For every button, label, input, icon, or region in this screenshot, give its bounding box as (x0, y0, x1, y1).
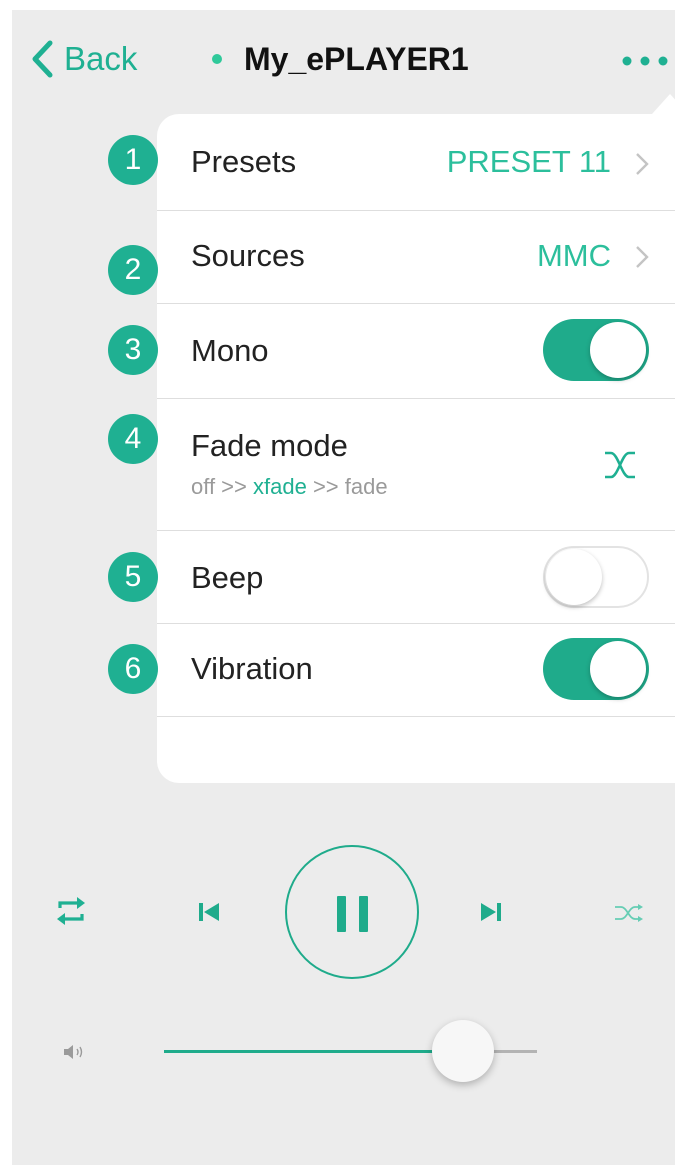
shuffle-icon[interactable] (614, 903, 644, 923)
fade-option-off: off >> (191, 474, 247, 499)
pause-icon (337, 896, 368, 932)
chevron-right-icon (636, 153, 649, 175)
fade-option-active: xfade (253, 474, 307, 499)
callout-badge-1: 1 (108, 135, 158, 185)
volume-icon (64, 1045, 83, 1059)
toggle-knob (590, 322, 646, 378)
toggle-knob (546, 549, 602, 605)
menu-item-sources[interactable]: Sources MMC (157, 210, 675, 304)
fade-option-fade: >> fade (312, 474, 388, 499)
volume-slider-thumb[interactable] (432, 1020, 494, 1082)
next-track-icon[interactable] (479, 900, 503, 924)
sources-value: MMC (536, 238, 611, 273)
app-screen: Back My_ePLAYER1 Presets PRESET 11 Sourc… (12, 10, 675, 1165)
beep-toggle[interactable] (543, 546, 649, 608)
chevron-left-icon (32, 40, 53, 78)
volume-track-filled (164, 1050, 464, 1053)
chevron-right-icon (636, 246, 649, 268)
menu-caret (652, 94, 675, 114)
device-title: My_ePLAYER1 (212, 36, 469, 82)
callout-badge-6: 6 (108, 644, 158, 694)
toggle-knob (590, 641, 646, 697)
callout-badge-2: 2 (108, 245, 158, 295)
callout-badge-3: 3 (108, 325, 158, 375)
fade-mode-options: off >> xfade >> fade (191, 474, 388, 500)
fade-mode-icon[interactable] (602, 448, 638, 482)
presets-value: PRESET 11 (446, 144, 611, 179)
play-pause-button[interactable] (285, 845, 419, 979)
back-label: Back (64, 40, 138, 77)
menu-item-presets[interactable]: Presets PRESET 11 (157, 114, 675, 211)
menu-item-vibration[interactable]: Vibration (157, 623, 675, 717)
fade-mode-label: Fade mode (191, 428, 348, 463)
device-name: My_ePLAYER1 (244, 40, 469, 77)
previous-track-icon[interactable] (197, 900, 221, 924)
mono-label: Mono (191, 333, 269, 368)
callout-badge-5: 5 (108, 552, 158, 602)
connection-status-dot (212, 54, 222, 64)
vibration-label: Vibration (191, 651, 313, 686)
sources-label: Sources (191, 238, 305, 273)
settings-menu: Presets PRESET 11 Sources MMC Mono Fade … (157, 114, 675, 783)
more-dots-icon[interactable] (620, 54, 670, 68)
menu-item-mono[interactable]: Mono (157, 303, 675, 399)
beep-label: Beep (191, 560, 264, 595)
callout-badge-4: 4 (108, 414, 158, 464)
back-button[interactable]: Back (30, 36, 137, 82)
mono-toggle[interactable] (543, 319, 649, 381)
menu-item-beep[interactable]: Beep (157, 530, 675, 624)
repeat-icon[interactable] (55, 893, 87, 929)
presets-label: Presets (191, 144, 297, 179)
vibration-toggle[interactable] (543, 638, 649, 700)
menu-item-fade-mode[interactable]: Fade mode off >> xfade >> fade (157, 398, 675, 531)
